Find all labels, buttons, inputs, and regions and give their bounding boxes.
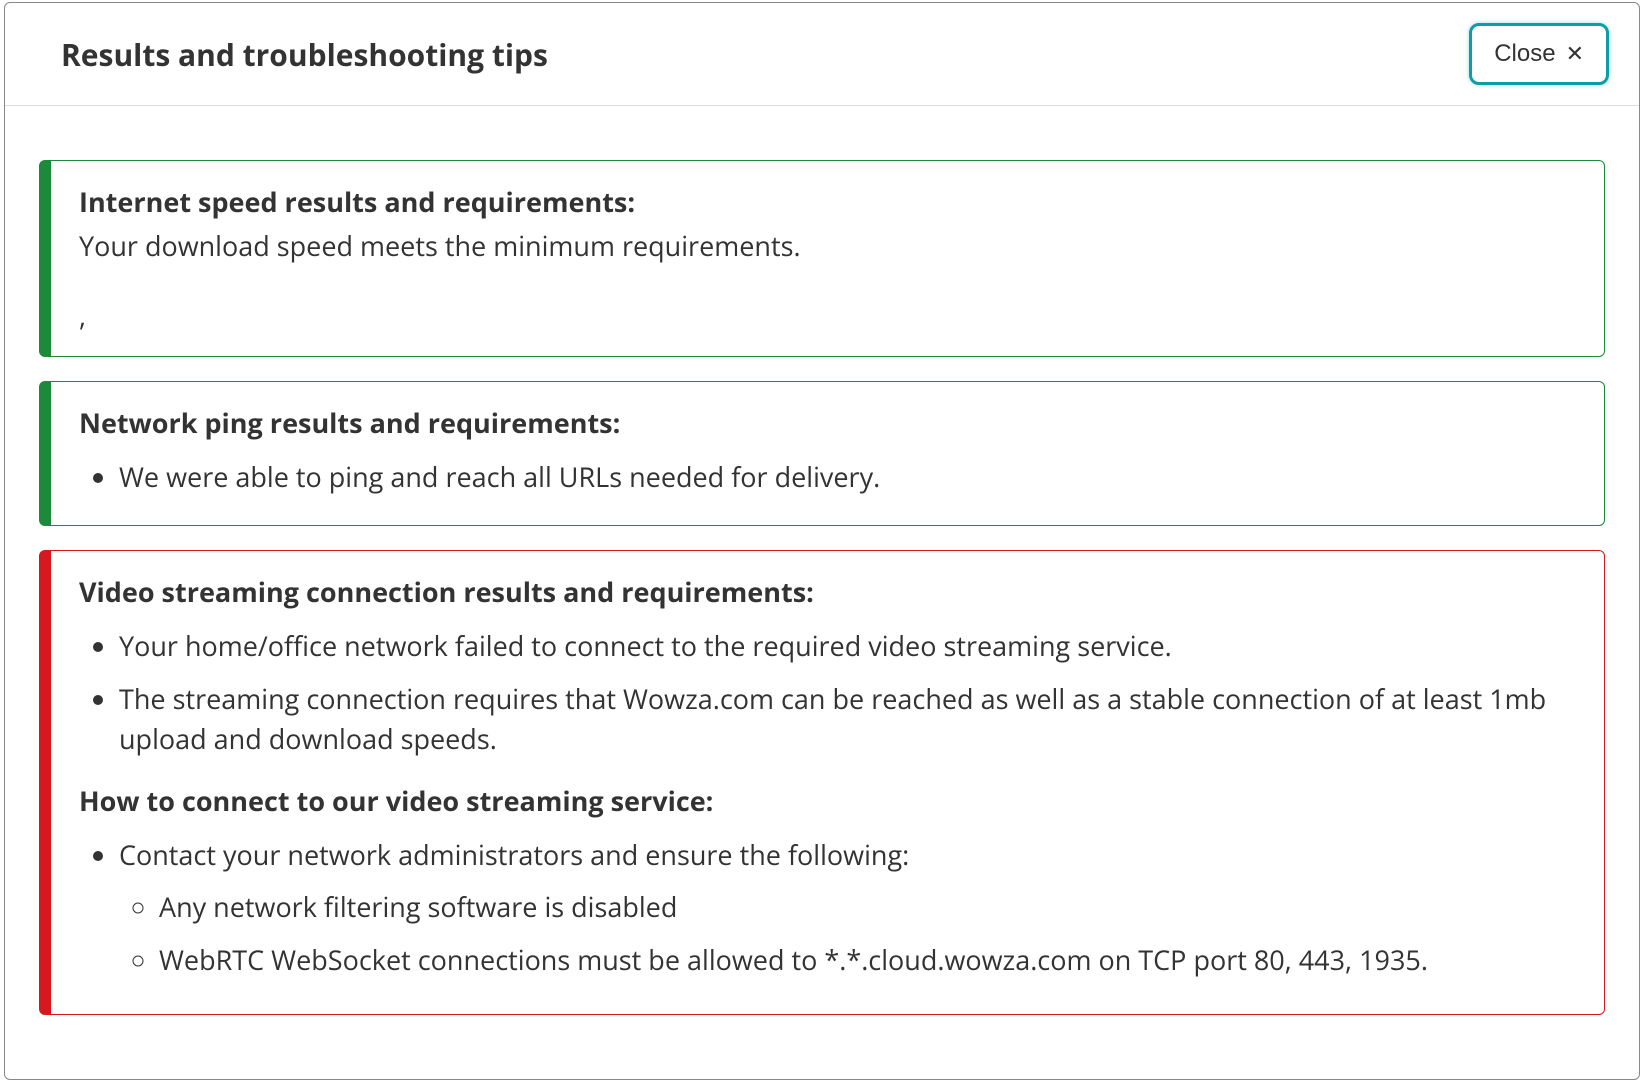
list-item-text: Contact your network administrators and … xyxy=(119,836,909,873)
list-item: The streaming connection requires that W… xyxy=(119,673,1580,766)
modal-title: Results and troubleshooting tips xyxy=(61,34,548,75)
panel-ping-heading: Network ping results and requirements: xyxy=(79,404,620,441)
modal-body: Internet speed results and requirements:… xyxy=(5,106,1639,1079)
close-label: Close xyxy=(1494,40,1555,68)
list-item: We were able to ping and reach all URLs … xyxy=(119,451,1580,504)
panel-video-fix-heading: How to connect to our video streaming se… xyxy=(79,782,1580,819)
close-button[interactable]: Close ✕ xyxy=(1469,23,1609,85)
close-icon: ✕ xyxy=(1566,43,1584,65)
panel-video-heading: Video streaming connection results and r… xyxy=(79,573,814,610)
panel-speed-body: Your download speed meets the minimum re… xyxy=(79,226,1580,267)
list-item: Your home/office network failed to conne… xyxy=(119,620,1580,673)
panel-speed: Internet speed results and requirements:… xyxy=(39,160,1605,357)
panel-speed-stray: , xyxy=(79,297,1580,334)
panel-video-issues: Your home/office network failed to conne… xyxy=(119,620,1580,766)
panel-video-fix-list: Contact your network administrators and … xyxy=(119,829,1580,993)
results-modal: Results and troubleshooting tips Close ✕… xyxy=(4,2,1640,1080)
panel-video-fix-sublist: Any network filtering software is disabl… xyxy=(159,881,1580,986)
list-item: Contact your network administrators and … xyxy=(119,829,1580,993)
list-item: Any network filtering software is disabl… xyxy=(159,881,1580,934)
panel-ping-list: We were able to ping and reach all URLs … xyxy=(119,451,1580,504)
modal-header: Results and troubleshooting tips Close ✕ xyxy=(5,3,1639,106)
panel-ping: Network ping results and requirements: W… xyxy=(39,381,1605,527)
panel-video: Video streaming connection results and r… xyxy=(39,550,1605,1015)
panel-speed-heading: Internet speed results and requirements: xyxy=(79,183,635,220)
list-item: WebRTC WebSocket connections must be all… xyxy=(159,934,1580,987)
